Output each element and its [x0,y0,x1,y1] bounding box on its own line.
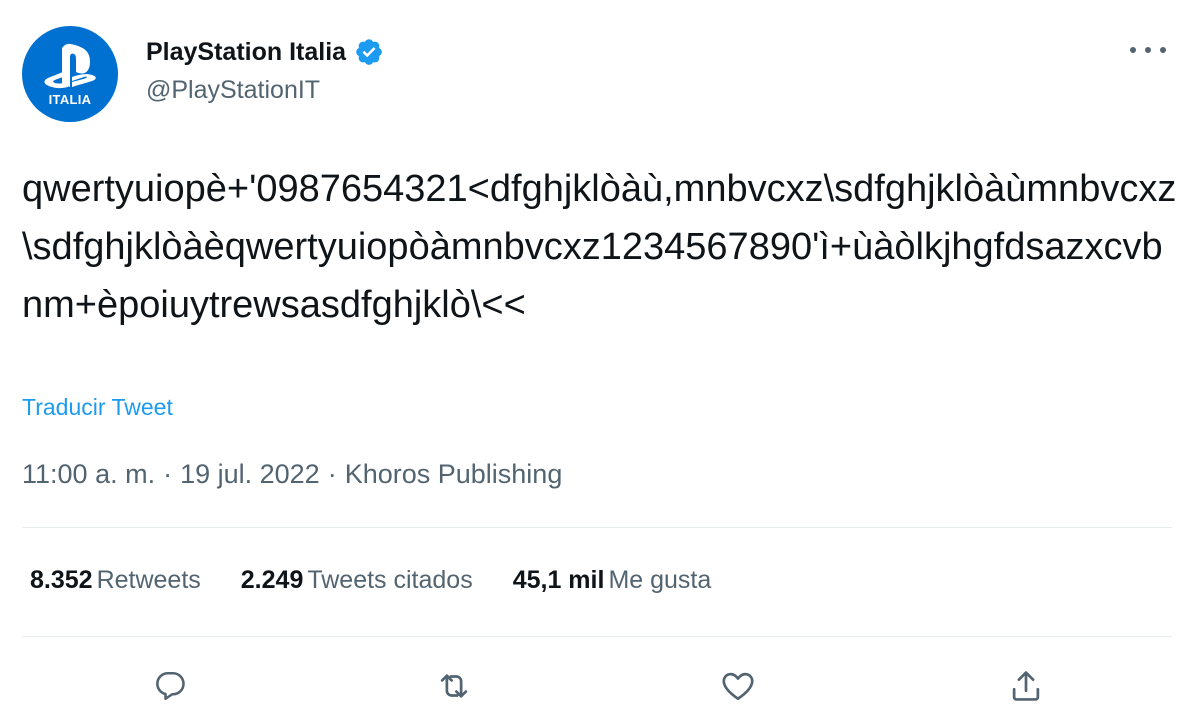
tweet-actions [0,662,1200,710]
author-handle[interactable]: @PlayStationIT [146,76,320,105]
quote-tweets-stat[interactable]: 2.249 Tweets citados [241,566,473,595]
likes-count: 45,1 mil [512,566,605,594]
tweet-text: qwertyuiopè+'0987654321<dfghjklòàù,mnbvc… [22,168,1177,326]
retweet-button[interactable] [430,662,478,710]
meta-separator: · [163,459,173,489]
retweets-count: 8.352 [30,566,93,594]
retweets-stat[interactable]: 8.352 Retweets [30,566,201,595]
playstation-logo-icon [44,43,96,89]
more-dot [1130,47,1136,53]
tweet-date[interactable]: 19 jul. 2022 [180,459,320,490]
more-dot [1160,47,1166,53]
retweet-icon [440,674,468,698]
avatar[interactable]: ITALIA [22,26,118,122]
share-button[interactable] [1002,662,1050,710]
reply-button[interactable] [146,662,194,710]
author-display-name[interactable]: PlayStation Italia [146,38,346,67]
tweet-container: ITALIA PlayStation Italia @PlayStationIT… [0,0,1200,726]
like-button[interactable] [714,662,762,710]
likes-stat[interactable]: 45,1 mil Me gusta [513,566,712,595]
retweets-label: Retweets [96,566,201,594]
verified-badge-icon [356,39,382,65]
like-icon [722,672,754,701]
divider [22,527,1172,528]
reply-icon [156,671,185,701]
translate-tweet-link[interactable]: Traducir Tweet [22,394,173,421]
more-icon[interactable] [1130,38,1166,62]
tweet-meta: 11:00 a. m. · 19 jul. 2022 · Khoros Publ… [22,459,562,490]
author-name-row: PlayStation Italia [146,34,384,70]
quote-tweets-label: Tweets citados [307,566,473,594]
tweet-time[interactable]: 11:00 a. m. [22,459,155,490]
more-dot [1145,47,1151,53]
likes-label: Me gusta [608,566,712,594]
divider [22,636,1172,637]
meta-separator: · [327,459,337,489]
share-icon [1012,671,1040,701]
tweet-stats: 8.352 Retweets 2.249 Tweets citados 45,1 m… [30,566,751,595]
avatar-label: ITALIA [48,92,92,107]
quote-tweets-count: 2.249 [240,566,304,594]
tweet-source[interactable]: Khoros Publishing [345,459,563,490]
